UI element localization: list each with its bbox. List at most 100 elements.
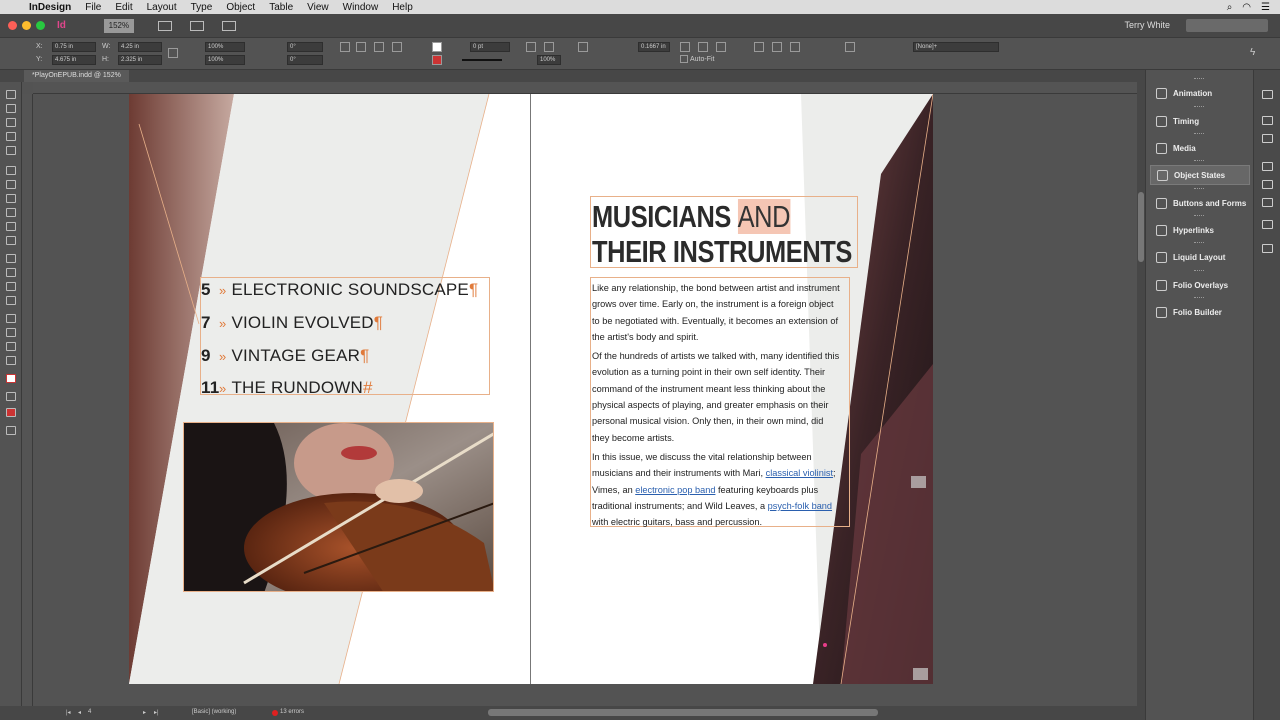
- flip-horizontal-icon[interactable]: [356, 42, 366, 52]
- pencil-tool-icon[interactable]: [6, 208, 16, 217]
- select-content-icon[interactable]: [392, 42, 402, 52]
- violin-image-frame[interactable]: [183, 422, 494, 592]
- menu-type[interactable]: Type: [184, 2, 220, 13]
- list-icon[interactable]: ☰: [1261, 2, 1270, 13]
- zoom-level-field[interactable]: 152%: [103, 18, 134, 33]
- toc-item[interactable]: 7 » VIOLIN EVOLVED¶: [201, 313, 383, 341]
- gradient-feather-tool-icon[interactable]: [6, 296, 16, 305]
- vertical-scroll-thumb[interactable]: [1138, 192, 1144, 262]
- scale-x-field[interactable]: 100%: [205, 42, 245, 52]
- view-options-icon[interactable]: [157, 20, 172, 31]
- horizontal-ruler[interactable]: [33, 82, 1137, 94]
- fit-offset-field[interactable]: 0.1667 in: [638, 42, 670, 52]
- pasteboard[interactable]: 5» ELECTRONIC SOUNDSCAPE¶ 7» VIOLIN EVOLVE…: [33, 94, 1137, 706]
- fill-frame-icon[interactable]: [544, 42, 554, 52]
- fitting-icon[interactable]: [526, 42, 536, 52]
- panel-grip[interactable]: [1194, 160, 1204, 162]
- panel-timing[interactable]: Timing: [1150, 111, 1250, 131]
- stroke-swatch-icon[interactable]: [432, 55, 442, 65]
- paragraph-styles-panel-icon[interactable]: [1262, 244, 1273, 253]
- panel-folio-overlays[interactable]: Folio Overlays: [1150, 275, 1250, 295]
- zoom-window-button[interactable]: [36, 21, 45, 30]
- hyperlink-classical-violinist[interactable]: classical violinist: [766, 467, 833, 478]
- x-position-field[interactable]: 0.75 in: [52, 42, 96, 52]
- select-container-icon[interactable]: [374, 42, 384, 52]
- screen-mode-icon[interactable]: [189, 20, 204, 31]
- panel-grip[interactable]: [1194, 297, 1204, 299]
- panel-grip[interactable]: [1194, 270, 1204, 272]
- hyperlink-psych-folk-band[interactable]: psych-folk band: [768, 500, 832, 511]
- preflight-profile[interactable]: [Basic] (working): [192, 709, 236, 715]
- preflight-errors[interactable]: 13 errors: [280, 709, 304, 715]
- menu-layout[interactable]: Layout: [140, 2, 184, 13]
- content-collector-icon[interactable]: [6, 146, 16, 155]
- rotate-icon[interactable]: [340, 42, 350, 52]
- scissors-tool-icon[interactable]: [6, 254, 16, 263]
- formatting-affects-container-icon[interactable]: [6, 392, 16, 401]
- help-search-input[interactable]: [1186, 19, 1268, 32]
- wifi-icon[interactable]: ◠: [1242, 2, 1251, 13]
- text-wrap-panel-icon[interactable]: [1262, 220, 1273, 229]
- opacity-field[interactable]: 100%: [537, 55, 561, 65]
- page-tool-icon[interactable]: [6, 118, 16, 127]
- rotation-field[interactable]: 0°: [287, 42, 323, 52]
- color-panel-icon[interactable]: [1262, 162, 1273, 171]
- swatches-panel-icon[interactable]: [1262, 198, 1273, 207]
- close-window-button[interactable]: [8, 21, 17, 30]
- line-tool-icon[interactable]: [6, 180, 16, 189]
- hand-tool-icon[interactable]: [6, 342, 16, 351]
- panel-folio-builder[interactable]: Folio Builder: [1150, 302, 1250, 322]
- shear-field[interactable]: 0°: [287, 55, 323, 65]
- align-middle-icon[interactable]: [772, 42, 782, 52]
- panel-grip[interactable]: [1194, 215, 1204, 217]
- toc-text-frame[interactable]: 5» ELECTRONIC SOUNDSCAPE¶ 7» VIOLIN EVOLVE…: [200, 277, 490, 397]
- menu-file[interactable]: File: [78, 2, 108, 13]
- hyperlink-electronic-pop-band[interactable]: electronic pop band: [635, 484, 715, 495]
- toc-item[interactable]: 11» THE RUNDOWN#: [201, 378, 373, 406]
- lightning-icon[interactable]: ϟ: [1250, 47, 1255, 58]
- autofit-checkbox[interactable]: [680, 55, 688, 63]
- next-page-button[interactable]: ▸: [143, 709, 146, 716]
- gradient-tool-icon[interactable]: [6, 282, 16, 291]
- menu-edit[interactable]: Edit: [108, 2, 139, 13]
- eyedropper-tool-icon[interactable]: [6, 328, 16, 337]
- panel-grip[interactable]: [1194, 242, 1204, 244]
- search-icon[interactable]: ⌕: [1227, 2, 1233, 13]
- zoom-tool-icon[interactable]: [6, 356, 16, 365]
- last-page-button[interactable]: ▸|: [154, 709, 159, 716]
- rectangle-tool-icon[interactable]: [6, 236, 16, 245]
- menu-table[interactable]: Table: [262, 2, 300, 13]
- fill-swatch-icon[interactable]: [432, 42, 442, 52]
- apply-none-icon[interactable]: [6, 408, 16, 417]
- pages-panel-icon[interactable]: [1262, 90, 1273, 99]
- panel-media[interactable]: Media: [1150, 138, 1250, 158]
- vertical-scrollbar[interactable]: [1137, 82, 1145, 706]
- stroke-type-selector[interactable]: [462, 59, 502, 61]
- vertical-ruler[interactable]: [22, 94, 33, 706]
- rectangle-frame-tool-icon[interactable]: [6, 222, 16, 231]
- document-tab[interactable]: *PlayOnEPUB.indd @ 152%: [24, 70, 129, 82]
- height-field[interactable]: 2.325 in: [118, 55, 162, 65]
- constrain-proportions-icon[interactable]: [168, 48, 178, 58]
- fill-stroke-swatch-icon[interactable]: [6, 374, 16, 383]
- article-title-frame[interactable]: MUSICIANS AND THEIR INSTRUMENTS: [590, 196, 858, 269]
- fit-content-icon[interactable]: [578, 42, 588, 52]
- align-top-icon[interactable]: [754, 42, 764, 52]
- panel-buttons-and-forms[interactable]: Buttons and Forms: [1150, 193, 1250, 213]
- stroke-weight-field[interactable]: 0 pt: [470, 42, 510, 52]
- horizontal-scroll-thumb[interactable]: [488, 709, 878, 716]
- screen-mode-tool-icon[interactable]: [6, 426, 16, 435]
- links-panel-icon[interactable]: [1262, 116, 1273, 125]
- menu-help[interactable]: Help: [385, 2, 420, 13]
- direct-selection-tool-icon[interactable]: [6, 104, 16, 113]
- align-right-icon[interactable]: [716, 42, 726, 52]
- toc-item[interactable]: 5 » ELECTRONIC SOUNDSCAPE¶: [201, 280, 478, 308]
- align-left-icon[interactable]: [680, 42, 690, 52]
- page-number-field[interactable]: 4: [88, 709, 91, 715]
- panel-grip[interactable]: [1194, 106, 1204, 108]
- free-transform-tool-icon[interactable]: [6, 268, 16, 277]
- article-body-frame[interactable]: Like any relationship, the bond between …: [590, 277, 850, 527]
- layers-panel-icon[interactable]: [1262, 134, 1273, 143]
- gap-tool-icon[interactable]: [6, 132, 16, 141]
- panel-object-states[interactable]: Object States: [1150, 165, 1250, 185]
